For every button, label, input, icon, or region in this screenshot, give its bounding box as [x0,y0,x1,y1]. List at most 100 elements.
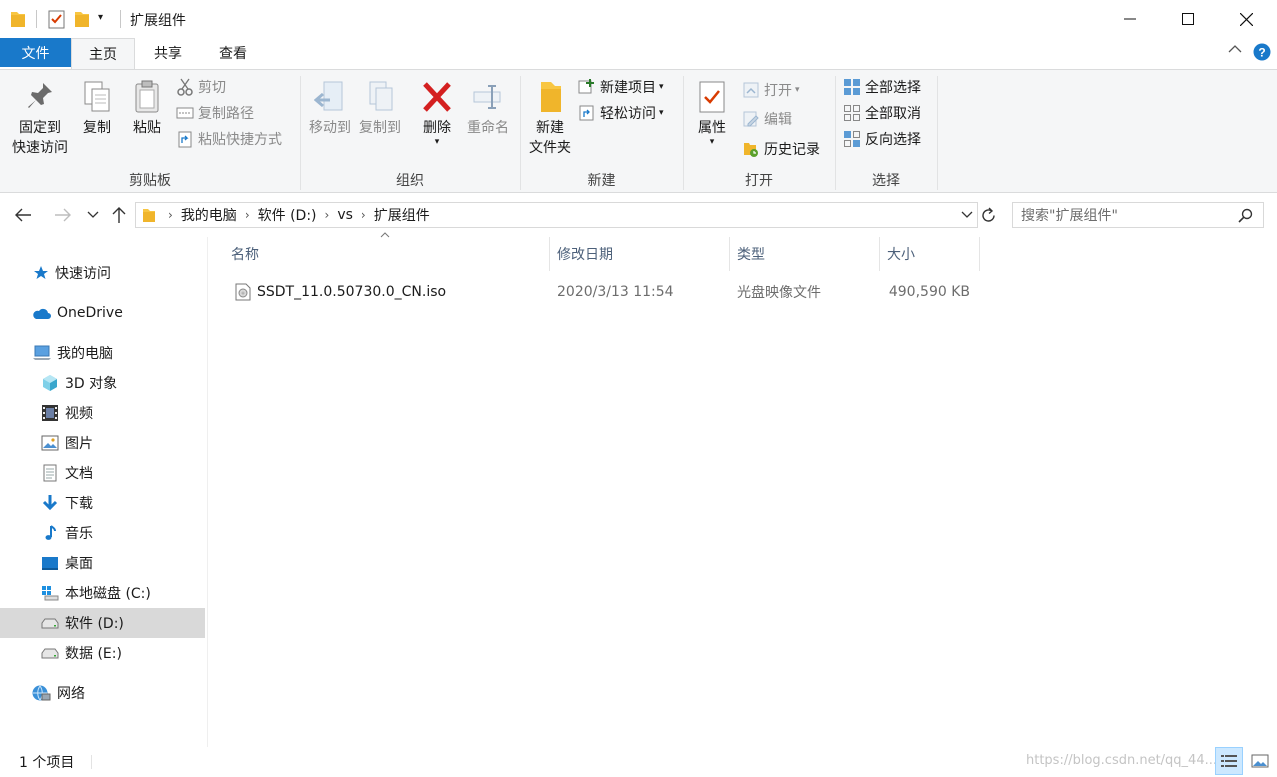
copy-to-icon [364,80,396,114]
forward-arrow-icon[interactable] [54,207,72,223]
search-icon[interactable] [1238,208,1253,223]
properties-dropdown-icon[interactable]: ▾ [710,138,715,147]
sidebar-item-music[interactable]: 音乐 [0,518,205,548]
sidebar-item-downloads[interactable]: 下载 [0,488,205,518]
sidebar-item-desktop[interactable]: 桌面 [0,548,205,578]
select-none-button[interactable]: 全部取消 [843,101,921,125]
tab-home[interactable]: 主页 [71,38,135,69]
breadcrumb-item-current[interactable]: 扩展组件 [374,205,430,225]
column-header-modified[interactable]: 修改日期 [549,237,730,271]
details-view-button[interactable] [1215,747,1243,775]
maximize-button[interactable] [1159,0,1217,38]
sidebar-item-quick-access[interactable]: 快速访问 [0,258,205,288]
tab-file[interactable]: 文件 [0,38,71,67]
paste-shortcut-button[interactable]: 粘贴快捷方式 [176,127,282,151]
tab-view[interactable]: 查看 [202,38,264,67]
sidebar-item-drive-c[interactable]: 本地磁盘 (C:) [0,578,205,608]
search-input[interactable]: 搜索"扩展组件" [1021,205,1118,225]
paste-button[interactable]: 粘贴 [124,80,170,138]
sidebar-item-3d-objects[interactable]: 3D 对象 [0,368,205,398]
open-button[interactable]: 打开 ▾ [742,78,800,102]
history-button[interactable]: 历史记录 [742,137,820,161]
watermark-text: https://blog.csdn.net/qq_44... [1026,753,1218,768]
properties-button[interactable]: 属性 ▾ [690,80,734,147]
sidebar-item-pictures[interactable]: 图片 [0,428,205,458]
breadcrumb-item-vs[interactable]: vs [337,207,353,223]
document-icon [41,464,59,482]
star-icon [33,265,49,281]
sidebar-item-label: 桌面 [65,556,93,572]
breadcrumb-item-this-pc[interactable]: 我的电脑 [181,205,237,225]
minimize-button[interactable] [1101,0,1159,38]
breadcrumb-chevron-icon[interactable]: › [325,208,330,222]
help-icon[interactable]: ? [1253,43,1271,61]
back-arrow-icon[interactable] [14,207,32,223]
column-header-type[interactable]: 类型 [729,237,880,271]
copy-path-button[interactable]: 复制路径 [176,101,254,125]
large-icons-view-button[interactable] [1246,747,1274,775]
open-dropdown-icon: ▾ [795,85,800,95]
breadcrumb-item-drive-d[interactable]: 软件 (D:) [258,205,317,225]
select-all-button[interactable]: 全部选择 [843,75,921,99]
properties-label: 属性 [698,120,726,136]
breadcrumb-chevron-icon[interactable]: › [245,208,250,222]
new-item-button[interactable]: 新建项目 ▾ [578,75,664,99]
tab-share[interactable]: 共享 [138,38,198,67]
paste-shortcut-icon [176,130,194,148]
cloud-icon [31,306,51,320]
properties-qat-icon[interactable] [48,9,66,29]
close-button[interactable] [1217,0,1275,38]
cube-icon [41,374,59,392]
column-separator[interactable] [979,237,980,271]
move-to-icon [314,80,346,114]
sidebar-item-network[interactable]: 网络 [0,678,205,708]
ribbon-tabs: 文件 主页 共享 查看 ? [0,38,1277,70]
column-header-size[interactable]: 大小 [879,237,980,271]
collapse-ribbon-icon[interactable] [1228,44,1242,54]
cut-button[interactable]: 剪切 [176,75,226,99]
recent-locations-chevron-icon[interactable] [87,210,99,220]
move-to-button[interactable]: 移动到 [304,80,356,138]
title-bar: ▾ 扩展组件 [0,0,1277,38]
new-folder-button[interactable]: 新建 文件夹 [524,80,576,158]
select-none-icon [843,104,861,122]
new-item-dropdown-icon: ▾ [659,82,664,92]
copy-to-button[interactable]: 复制到 [354,80,406,138]
delete-button[interactable]: 删除 ▾ [414,80,460,147]
edit-label: 编辑 [764,112,792,128]
sidebar-item-this-pc[interactable]: 我的电脑 [0,338,205,368]
qat-separator [120,10,121,28]
customize-qat-dropdown-icon[interactable]: ▾ [98,12,103,23]
sidebar-item-videos[interactable]: 视频 [0,398,205,428]
breadcrumb-chevron-icon[interactable]: › [168,208,173,222]
copy-path-icon [176,104,194,122]
sidebar-item-label: 本地磁盘 (C:) [65,586,151,602]
select-all-icon [843,78,861,96]
sidebar-item-label: 下载 [65,496,93,512]
address-history-chevron-icon[interactable] [961,210,973,220]
refresh-icon[interactable] [980,207,997,224]
group-separator [937,76,938,190]
sidebar-item-onedrive[interactable]: OneDrive [0,298,205,328]
address-bar[interactable]: › 我的电脑 › 软件 (D:) › vs › 扩展组件 [135,202,978,228]
easy-access-button[interactable]: 轻松访问 ▾ [578,101,664,125]
rename-button[interactable]: 重命名 [462,80,514,138]
file-size: 490,590 KB [888,284,970,300]
sidebar-item-drive-d[interactable]: 软件 (D:) [0,608,205,638]
sidebar-item-label: OneDrive [57,305,123,321]
window-title: 扩展组件 [130,13,186,29]
edit-button[interactable]: 编辑 [742,107,792,131]
new-folder-qat-icon[interactable] [74,10,90,28]
folder-icon [10,10,26,28]
up-arrow-icon[interactable] [111,206,127,224]
breadcrumb-chevron-icon[interactable]: › [361,208,366,222]
copy-button[interactable]: 复制 [76,80,118,138]
search-box[interactable]: 搜索"扩展组件" [1012,202,1264,228]
invert-selection-button[interactable]: 反向选择 [843,127,921,151]
column-header-name[interactable]: 名称 [223,237,550,271]
sidebar-item-drive-e[interactable]: 数据 (E:) [0,638,205,668]
delete-dropdown-icon[interactable]: ▾ [435,138,440,147]
sidebar-item-documents[interactable]: 文档 [0,458,205,488]
sidebar-item-label: 图片 [65,436,93,452]
pin-to-quick-access-button[interactable]: 固定到 快速访问 [6,80,74,158]
